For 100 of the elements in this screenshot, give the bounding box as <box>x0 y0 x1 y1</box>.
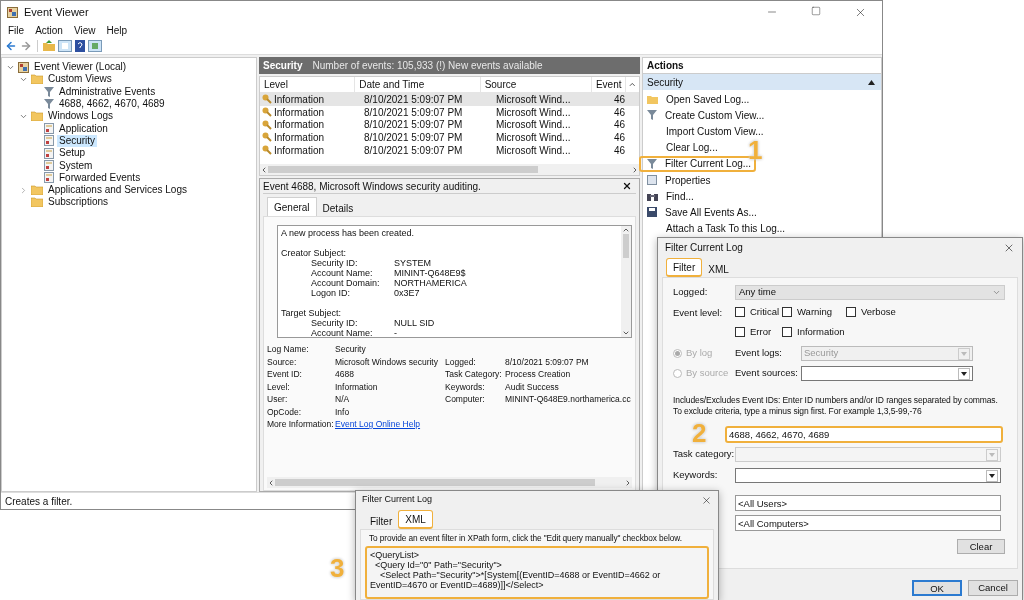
field-label: Task Category: <box>445 369 502 379</box>
command-link[interactable]: Properties <box>643 171 711 189</box>
event-row[interactable]: Information 8/10/2021 5:09:07 PM Microsoft Wind... 46 <box>260 131 639 144</box>
tree-item[interactable]: Event Viewer (Local) <box>32 61 129 74</box>
tree-item[interactable]: 4688, 4662, 4670, 4689 <box>57 98 167 111</box>
maximize-icon[interactable] <box>811 5 821 16</box>
table-cell-text: 8/10/2021 5:09:07 PM <box>363 92 464 107</box>
help-icon[interactable] <box>75 39 85 52</box>
menu-item[interactable]: Help <box>106 22 127 38</box>
scroll-right-icon[interactable] <box>631 165 639 174</box>
dialog-title: Filter Current Log <box>362 493 433 507</box>
scroll-down-icon[interactable] <box>622 329 630 337</box>
clear-button[interactable]: Clear <box>957 539 1005 554</box>
close-icon[interactable] <box>622 181 632 191</box>
command-link[interactable]: Save All Events As... <box>643 204 757 221</box>
vertical-scrollbar[interactable] <box>621 226 631 337</box>
scrollbar-thumb[interactable] <box>268 166 538 173</box>
scroll-right-icon[interactable] <box>624 478 632 487</box>
field-value: 8/10/2021 5:09:07 PM <box>505 356 589 368</box>
tree-item[interactable]: Subscriptions <box>46 196 111 209</box>
table-cell-text: 46 <box>612 92 626 107</box>
menu-item[interactable]: Action <box>35 22 63 38</box>
tree-item[interactable]: Custom Views <box>46 73 114 86</box>
horizontal-scrollbar[interactable] <box>260 164 639 175</box>
tab[interactable]: XML <box>398 510 433 529</box>
actions-section-header[interactable]: Security <box>643 74 881 90</box>
command-link[interactable]: Create Custom View... <box>643 107 765 124</box>
tree-item[interactable]: Forwarded Events <box>57 171 143 184</box>
menu-item[interactable]: View <box>73 22 96 38</box>
tab[interactable]: General <box>267 197 317 216</box>
user-input[interactable]: <All Users> <box>735 495 1001 511</box>
event-ids-input[interactable]: 4688, 4662, 4670, 4689 <box>725 426 1003 443</box>
tree-item[interactable]: Security <box>57 134 98 147</box>
back-arrow-icon[interactable] <box>5 39 17 52</box>
event-row[interactable]: Information 8/10/2021 5:09:07 PM Microsoft Wind... 46 <box>260 143 639 157</box>
properties-icon <box>647 175 657 186</box>
checkbox-label: Verbose <box>861 304 896 319</box>
description-value: NULL SID <box>394 318 435 328</box>
table-cell-text: Information <box>274 118 325 133</box>
checkbox[interactable] <box>782 327 792 337</box>
tree-item[interactable]: Setup <box>57 147 88 160</box>
scrollbar-thumb[interactable] <box>275 479 595 486</box>
column-header[interactable]: Event <box>591 77 627 92</box>
radio-button[interactable] <box>673 369 682 378</box>
field-label: More Information: <box>267 419 334 429</box>
field-label: Keywords: <box>445 381 485 392</box>
column-header[interactable]: Level <box>260 77 356 92</box>
tree-item[interactable]: System <box>57 159 95 172</box>
folder-up-icon[interactable] <box>43 40 55 51</box>
logged-dropdown[interactable]: Any time <box>735 285 1005 300</box>
column-header[interactable]: Source <box>480 77 592 92</box>
field-value: Microsoft Windows security <box>335 356 438 367</box>
keywords-dropdown[interactable] <box>735 468 1001 483</box>
command-link[interactable]: Import Custom View... <box>643 123 764 140</box>
help-link[interactable]: Event Log Online Help <box>335 419 421 430</box>
description-value: NORTHAMERICA <box>394 278 467 288</box>
scroll-left-icon[interactable] <box>267 478 275 487</box>
xml-query-field[interactable]: <QueryList> <Query Id="0" Path="Security"> <Select Path="Security">*[System[(EventID=4688 or EventID=4662 or EventID=4670 or EventID=4689)]]</Select> <box>365 546 709 599</box>
table-cell-text: 8/10/2021 5:09:07 PM <box>363 105 464 120</box>
description-label: Security ID: <box>311 318 359 328</box>
field-label: Event logs: <box>735 347 782 359</box>
command-link[interactable]: Clear Log... <box>643 139 718 156</box>
checkbox[interactable] <box>782 307 792 317</box>
checkbox[interactable] <box>846 307 856 317</box>
scrollbar-thumb[interactable] <box>623 234 629 258</box>
event-source-dropdown[interactable] <box>801 366 973 381</box>
cancel-button[interactable]: Cancel <box>968 580 1018 596</box>
command-link[interactable]: Attach a Task To this Log... <box>643 220 786 237</box>
table-cell-text: Microsoft Wind... <box>495 118 572 133</box>
table-cell-text: Microsoft Wind... <box>495 143 572 158</box>
tab[interactable]: Filter <box>666 258 703 277</box>
event-row[interactable]: Information 8/10/2021 5:09:07 PM Microsoft Wind... 46 <box>260 93 639 106</box>
filter-icon <box>44 86 54 97</box>
horizontal-scrollbar[interactable] <box>267 477 632 488</box>
ok-button[interactable]: OK <box>912 580 962 596</box>
tree-item[interactable]: Administrative Events <box>57 85 158 98</box>
computer-input[interactable]: <All Computers> <box>735 515 1001 531</box>
event-row[interactable]: Information 8/10/2021 5:09:07 PM Microsoft Wind... 46 <box>260 105 639 119</box>
menu-item[interactable]: File <box>8 22 25 38</box>
scroll-left-icon[interactable] <box>260 165 268 174</box>
command-link[interactable]: Find... <box>643 188 694 205</box>
forward-arrow-icon[interactable] <box>20 39 32 52</box>
scroll-up-icon[interactable] <box>628 80 637 89</box>
description-text: Target Subject: <box>281 308 343 318</box>
field-value: Info <box>335 406 350 417</box>
filter-icon <box>44 99 54 110</box>
command-link[interactable]: Open Saved Log... <box>643 91 750 108</box>
collapse-triangle-icon[interactable] <box>868 79 875 85</box>
tree-item[interactable]: Application <box>57 122 110 135</box>
checkbox[interactable] <box>735 327 745 337</box>
field-label: Event ID: <box>267 369 302 379</box>
scroll-up-icon[interactable] <box>622 226 630 234</box>
column-header[interactable]: Date and Time <box>355 77 481 92</box>
checkbox[interactable] <box>735 307 745 317</box>
tree-item[interactable]: Applications and Services Logs <box>46 184 189 197</box>
checkbox-label: Critical <box>750 304 780 319</box>
event-row[interactable]: Information 8/10/2021 5:09:07 PM Microsoft Wind... 46 <box>260 118 639 132</box>
dropdown-chevron-icon[interactable] <box>992 288 1001 297</box>
table-cell-text: 46 <box>612 143 626 158</box>
tree-item[interactable]: Windows Logs <box>46 110 116 123</box>
